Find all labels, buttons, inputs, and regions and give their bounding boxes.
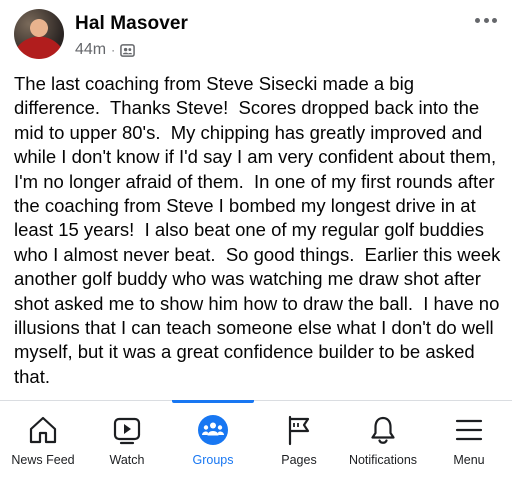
watch-icon — [110, 413, 144, 447]
post-header: Hal Masover 44m · — [0, 0, 512, 70]
tab-news-feed[interactable]: News Feed — [0, 401, 86, 497]
hamburger-icon — [452, 413, 486, 447]
more-options-icon[interactable] — [472, 10, 500, 30]
bell-icon — [366, 413, 400, 447]
tab-groups[interactable]: Groups — [170, 401, 256, 497]
meta-separator: · — [111, 43, 116, 57]
tab-pages[interactable]: Pages — [256, 401, 342, 497]
tab-notifications-label: Notifications — [348, 453, 418, 467]
tab-watch-label: Watch — [109, 453, 145, 467]
post-meta: 44m · — [75, 41, 135, 59]
author-avatar[interactable] — [14, 9, 64, 59]
tab-notifications[interactable]: Notifications — [340, 401, 426, 497]
tab-groups-label: Groups — [192, 453, 234, 467]
author-name[interactable]: Hal Masover — [75, 13, 188, 35]
home-icon — [26, 413, 60, 447]
post-text: The last coaching from Steve Sisecki mad… — [14, 73, 501, 387]
post-timestamp[interactable]: 44m — [75, 41, 106, 59]
bottom-navigation-bar: News Feed Watch Groups Pages Notificatio… — [0, 400, 512, 497]
groups-icon — [196, 413, 230, 447]
group-audience-icon[interactable] — [120, 43, 135, 58]
tab-menu-label: Menu — [453, 453, 485, 467]
tab-watch[interactable]: Watch — [84, 401, 170, 497]
tab-pages-label: Pages — [281, 453, 317, 467]
tab-news-feed-label: News Feed — [11, 453, 75, 467]
pages-flag-icon — [282, 413, 316, 447]
tab-menu[interactable]: Menu — [426, 401, 512, 497]
